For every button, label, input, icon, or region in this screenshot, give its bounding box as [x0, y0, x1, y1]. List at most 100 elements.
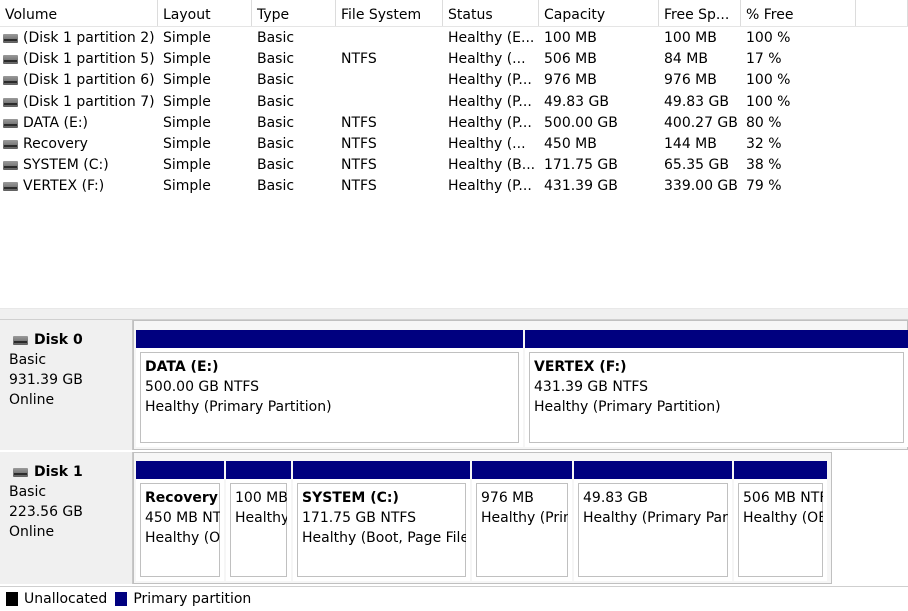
disk-icon [3, 76, 18, 86]
partition-disk1-6[interactable]: 976 MB Healthy (Primary Partition) [472, 461, 572, 581]
column-header-percent-free[interactable]: % Free [741, 0, 856, 26]
table-cell-type: Basic [257, 157, 295, 174]
table-row[interactable]: (Disk 1 partition 2) Simple Basic Healthy (… [0, 28, 908, 49]
table-cell-type: Basic [257, 51, 295, 68]
table-cell-capacity: 100 MB [544, 30, 597, 46]
table-row[interactable]: VERTEX (F:) Simple Basic NTFS Healthy (P... 4… [0, 176, 908, 197]
partition-status: Healthy (EFI System Partition) [235, 510, 287, 526]
partition-status: Healthy (OEM Partition) [145, 530, 220, 546]
table-row[interactable]: (Disk 1 partition 6) Simple Basic Healthy (… [0, 70, 908, 91]
table-cell-status: Healthy (... [448, 51, 526, 68]
partition-status: Healthy (Primary Partition) [534, 399, 721, 415]
volume-name: Recovery [23, 136, 88, 152]
volume-name: SYSTEM (C:) [23, 157, 109, 174]
disk-0-label[interactable]: Disk 0 Basic 931.39 GB Online [0, 320, 133, 450]
disk-icon [3, 182, 18, 192]
disk-1-state: Online [9, 524, 55, 540]
table-cell-layout: Simple [163, 51, 211, 68]
table-cell-fs [336, 28, 443, 49]
partition-status: Healthy (Primary Partition) [145, 399, 332, 415]
table-cell-volume: DATA (E:) [0, 113, 158, 134]
partition-size: 506 MB NTFS [743, 490, 823, 506]
table-cell-volume: (Disk 1 partition 6) [0, 70, 158, 91]
table-cell-type: Basic [257, 114, 295, 131]
table-cell-pct: 100 % [746, 93, 791, 110]
column-header-capacity[interactable]: Capacity [539, 0, 659, 26]
partition-disk1-2[interactable]: 100 MB Healthy (EFI System Partition) [226, 461, 291, 581]
column-header-status[interactable]: Status [443, 0, 539, 26]
volume-name: VERTEX (F:) [23, 178, 105, 195]
partition-recovery[interactable]: Recovery 450 MB NTFS Healthy (OEM Partit… [136, 461, 224, 581]
table-cell-layout: Simple [163, 114, 211, 131]
disk-1-name: Disk 1 [9, 462, 132, 482]
table-cell-volume: (Disk 1 partition 2) [0, 28, 158, 49]
disk-0-kind: Basic [9, 352, 47, 368]
table-row[interactable]: DATA (E:) Simple Basic NTFS Healthy (P... 500… [0, 113, 908, 134]
table-cell-layout: Simple [163, 93, 211, 110]
partition-disk1-5[interactable]: 506 MB NTFS Healthy (OEM Partition) [734, 461, 827, 581]
partition-size: 976 MB [481, 490, 534, 506]
column-header-volume[interactable]: Volume [0, 0, 158, 26]
table-cell-status: Healthy (B... [448, 157, 536, 174]
table-row[interactable]: (Disk 1 partition 7) Simple Basic Healthy (… [0, 92, 908, 113]
table-cell-pct: 100 % [746, 72, 791, 89]
table-cell-capacity: 431.39 GB [544, 178, 618, 195]
table-cell-volume: (Disk 1 partition 7) [0, 92, 158, 113]
partition-status: Healthy (Primary Partition) [481, 510, 568, 526]
partition-system-c[interactable]: SYSTEM (C:) 171.75 GB NTFS Healthy (Boot… [293, 461, 470, 581]
partition-disk1-7[interactable]: 49.83 GB Healthy (Primary Partition) [574, 461, 732, 581]
disk-icon [3, 140, 18, 149]
disk-1-label[interactable]: Disk 1 Basic 223.56 GB Online [0, 452, 133, 584]
partition-status: Healthy (Primary Partition) [583, 510, 728, 526]
table-cell-free: 100 MB [664, 30, 717, 46]
partition-size: 500.00 GB NTFS [145, 379, 260, 395]
column-header-type[interactable]: Type [252, 0, 336, 26]
column-header-layout[interactable]: Layout [158, 0, 252, 26]
table-row[interactable]: SYSTEM (C:) Simple Basic NTFS Healthy (B... 1… [0, 155, 908, 176]
table-cell-pct: 79 % [746, 178, 782, 195]
partition-size: 171.75 GB NTFS [302, 510, 417, 526]
table-cell-status: Healthy (P... [448, 72, 532, 89]
table-cell-fs: NTFS [341, 51, 377, 68]
partition-title: SYSTEM (C:) [302, 490, 399, 506]
table-cell-free: 400.27 GB [664, 114, 738, 131]
primary-partition-bar [293, 461, 470, 479]
table-cell-status: Healthy (P... [448, 93, 532, 110]
table-cell-capacity: 976 MB [544, 72, 597, 89]
table-cell-fs: NTFS [341, 136, 377, 152]
volume-name: (Disk 1 partition 2) [23, 30, 155, 46]
table-cell-fs: NTFS [341, 178, 377, 195]
partition-size: 100 MB [235, 490, 287, 506]
table-cell-pct: 38 % [746, 157, 782, 174]
table-cell-free: 84 MB [664, 51, 708, 68]
table-cell-volume: VERTEX (F:) [0, 176, 158, 197]
partition-size: 431.39 GB NTFS [534, 379, 649, 395]
table-cell-fs: NTFS [341, 114, 377, 131]
disk-1-kind: Basic [9, 484, 47, 500]
table-row[interactable]: (Disk 1 partition 5) Simple Basic NTFS Healt… [0, 49, 908, 70]
table-cell-free: 144 MB [664, 136, 717, 152]
partition-size: 49.83 GB [583, 490, 648, 506]
table-cell-capacity: 500.00 GB [544, 114, 618, 131]
partition-status: Healthy (OEM Partition) [743, 510, 823, 526]
legend: Unallocated Primary partition [0, 586, 908, 611]
partition-size: 450 MB NTFS [145, 510, 220, 526]
table-cell-layout: Simple [163, 178, 211, 195]
column-header-free-space[interactable]: Free Sp... [659, 0, 741, 26]
table-cell-fs [336, 70, 443, 91]
volume-list[interactable]: Volume Layout Type File System Status Ca… [0, 0, 908, 308]
partition-vertex-f[interactable]: VERTEX (F:) 431.39 GB NTFS Healthy (Prim… [525, 330, 908, 447]
pane-splitter[interactable] [0, 308, 908, 320]
volume-name: DATA (E:) [23, 114, 89, 131]
table-cell-status: Healthy (E... [448, 30, 535, 46]
primary-partition-bar [136, 330, 523, 348]
column-header-file-system[interactable]: File System [336, 0, 443, 26]
volume-name: (Disk 1 partition 7) [23, 93, 155, 110]
unallocated-swatch [6, 592, 18, 606]
table-row[interactable]: Recovery Simple Basic NTFS Healthy (... 450 M… [0, 134, 908, 155]
table-cell-volume: Recovery [0, 134, 158, 155]
table-cell-pct: 80 % [746, 114, 782, 131]
partition-data-e[interactable]: DATA (E:) 500.00 GB NTFS Healthy (Primar… [136, 330, 523, 447]
disk-0-name: Disk 0 [9, 330, 132, 350]
table-cell-type: Basic [257, 178, 295, 195]
